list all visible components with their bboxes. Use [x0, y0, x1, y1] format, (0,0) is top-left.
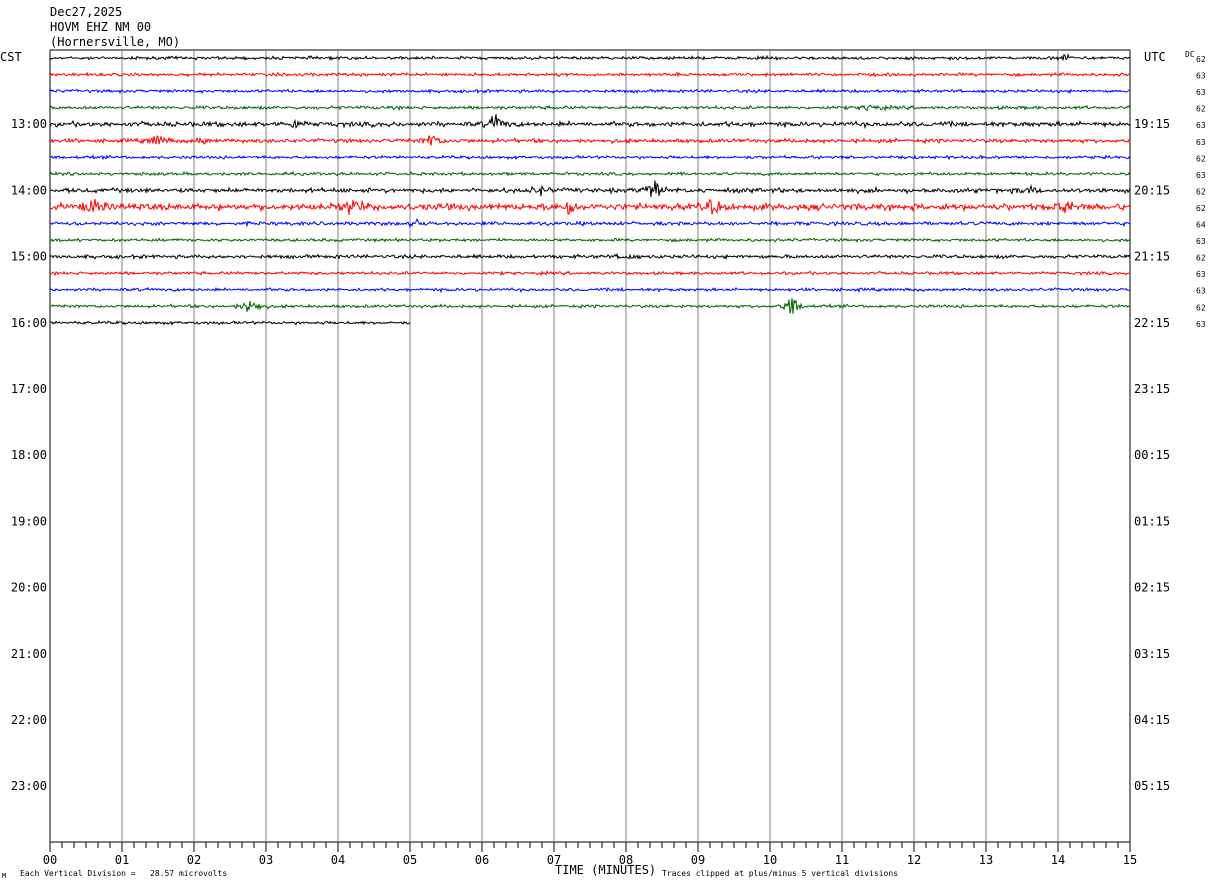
dc-offset-label: 62: [1196, 55, 1206, 64]
scale-note: Each Vertical Division = 28.57 microvolt…: [20, 869, 227, 878]
x-tick-label: 11: [835, 853, 849, 867]
helicorder-chart: Dec27,2025 HOVM EHZ NM 00 (Hornersville,…: [0, 0, 1210, 886]
utc-hour-label: 04:15: [1134, 713, 1170, 727]
utc-hour-label: 20:15: [1134, 183, 1170, 197]
x-tick-label: 04: [331, 853, 345, 867]
cst-hour-label: 23:00: [11, 779, 47, 793]
x-tick-label: 02: [187, 853, 201, 867]
x-tick-label: 05: [403, 853, 417, 867]
cst-hour-label: 21:00: [11, 647, 47, 661]
dc-offset-label: 62: [1196, 154, 1206, 163]
dc-offset-label: 63: [1196, 88, 1206, 97]
header-station: HOVM EHZ NM 00: [50, 20, 151, 34]
utc-hour-label: 19:15: [1134, 117, 1170, 131]
x-tick-label: 12: [907, 853, 921, 867]
x-tick-label: 01: [115, 853, 129, 867]
dc-offset-label: 62: [1196, 204, 1206, 213]
x-tick-label: 00: [43, 853, 57, 867]
x-tick-label: 09: [691, 853, 705, 867]
header-location: (Hornersville, MO): [50, 35, 180, 49]
utc-hour-label: 03:15: [1134, 647, 1170, 661]
cst-hour-label: 22:00: [11, 713, 47, 727]
x-axis-title: TIME (MINUTES): [555, 863, 656, 877]
dc-offset-label: 64: [1196, 221, 1206, 230]
dc-offset-label: 62: [1196, 303, 1206, 312]
cst-hour-label: 15:00: [11, 250, 47, 264]
dc-offset-label: 63: [1196, 320, 1206, 329]
clip-note: Traces clipped at plus/minus 5 vertical …: [662, 869, 898, 878]
dc-header-label: DC: [1185, 50, 1195, 59]
right-timezone-label: UTC: [1144, 50, 1166, 64]
x-tick-label: 06: [475, 853, 489, 867]
cst-hour-label: 19:00: [11, 514, 47, 528]
cst-hour-label: 18:00: [11, 448, 47, 462]
utc-hour-label: 22:15: [1134, 316, 1170, 330]
dc-offset-label: 62: [1196, 254, 1206, 263]
x-tick-label: 10: [763, 853, 777, 867]
dc-offset-label: 63: [1196, 171, 1206, 180]
dc-offset-label: 63: [1196, 72, 1206, 81]
cst-hour-label: 13:00: [11, 117, 47, 131]
utc-hour-label: 21:15: [1134, 250, 1170, 264]
utc-hour-label: 01:15: [1134, 514, 1170, 528]
dc-offset-label: 62: [1196, 187, 1206, 196]
cst-hour-label: 16:00: [11, 316, 47, 330]
x-tick-label: 14: [1051, 853, 1065, 867]
x-tick-label: 15: [1123, 853, 1137, 867]
corner-mark: M: [2, 872, 6, 880]
utc-hour-label: 00:15: [1134, 448, 1170, 462]
cst-hour-label: 17:00: [11, 382, 47, 396]
cst-hour-label: 14:00: [11, 183, 47, 197]
utc-hour-label: 02:15: [1134, 581, 1170, 595]
header-date: Dec27,2025: [50, 5, 122, 19]
dc-offset-label: 63: [1196, 270, 1206, 279]
dc-offset-label: 63: [1196, 287, 1206, 296]
x-tick-label: 03: [259, 853, 273, 867]
cst-hour-label: 20:00: [11, 581, 47, 595]
dc-offset-label: 62: [1196, 105, 1206, 114]
seismogram-page: Dec27,2025 HOVM EHZ NM 00 (Hornersville,…: [0, 0, 1210, 886]
x-tick-label: 13: [979, 853, 993, 867]
utc-hour-label: 05:15: [1134, 779, 1170, 793]
left-timezone-label: CST: [0, 50, 22, 64]
dc-offset-label: 63: [1196, 237, 1206, 246]
utc-hour-label: 23:15: [1134, 382, 1170, 396]
dc-offset-label: 63: [1196, 121, 1206, 130]
dc-offset-label: 63: [1196, 138, 1206, 147]
